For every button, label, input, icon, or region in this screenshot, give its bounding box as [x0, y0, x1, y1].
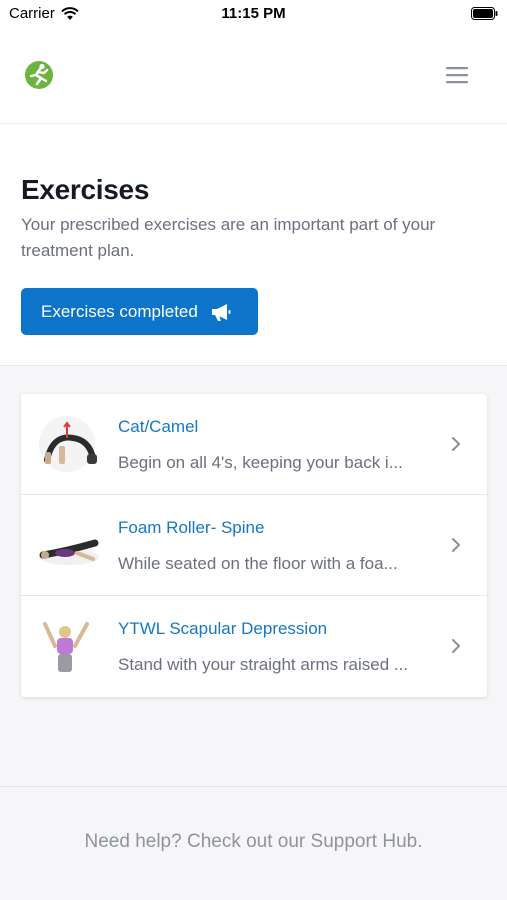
exercise-item-ytwl-scapular-depression[interactable]: YTWL Scapular Depression Stand with your…	[21, 596, 487, 697]
page-title: Exercises	[21, 174, 150, 205]
chevron-right-icon	[452, 437, 460, 451]
cat-camel-exercise-icon	[39, 416, 97, 472]
support-hub-link[interactable]: Need help? Check out our Support Hub.	[0, 831, 507, 853]
exercise-title: YTWL Scapular Depression	[118, 619, 328, 638]
intro-section: Exercises Your prescribed exercises are …	[0, 124, 507, 366]
hamburger-menu-icon[interactable]	[445, 63, 469, 87]
exercise-list: Cat/Camel Begin on all 4's, keeping your…	[21, 394, 487, 697]
exercise-list-area: Cat/Camel Begin on all 4's, keeping your…	[0, 366, 507, 786]
exercise-description: Begin on all 4's, keeping your back i...	[118, 453, 403, 472]
footer: Need help? Check out our Support Hub.	[0, 786, 507, 900]
chevron-right-icon	[452, 538, 460, 552]
battery-icon	[471, 7, 498, 20]
scapular-depression-exercise-icon	[43, 622, 89, 672]
chevron-right-icon	[452, 639, 460, 653]
status-bar: Carrier 11:15 PM	[0, 0, 507, 28]
exercise-item-foam-roller-spine[interactable]: Foam Roller- Spine While seated on the f…	[21, 495, 487, 596]
exercise-title: Cat/Camel	[118, 417, 199, 436]
runner-logo-icon[interactable]	[22, 59, 56, 91]
exercise-description: While seated on the floor with a foa...	[118, 554, 398, 573]
megaphone-icon	[211, 303, 231, 321]
foam-roller-exercise-icon	[39, 539, 99, 565]
exercise-title: Foam Roller- Spine	[118, 518, 265, 537]
exercise-item-cat-camel[interactable]: Cat/Camel Begin on all 4's, keeping your…	[21, 394, 487, 495]
status-time: 11:15 PM	[221, 5, 286, 22]
exercises-completed-button[interactable]: Exercises completed	[21, 288, 258, 335]
exercise-description: Stand with your straight arms raised ...	[118, 655, 409, 674]
app-header	[0, 28, 507, 124]
page-subtitle: Your prescribed exercises are an importa…	[21, 215, 436, 260]
exercises-completed-label: Exercises completed	[41, 301, 198, 321]
